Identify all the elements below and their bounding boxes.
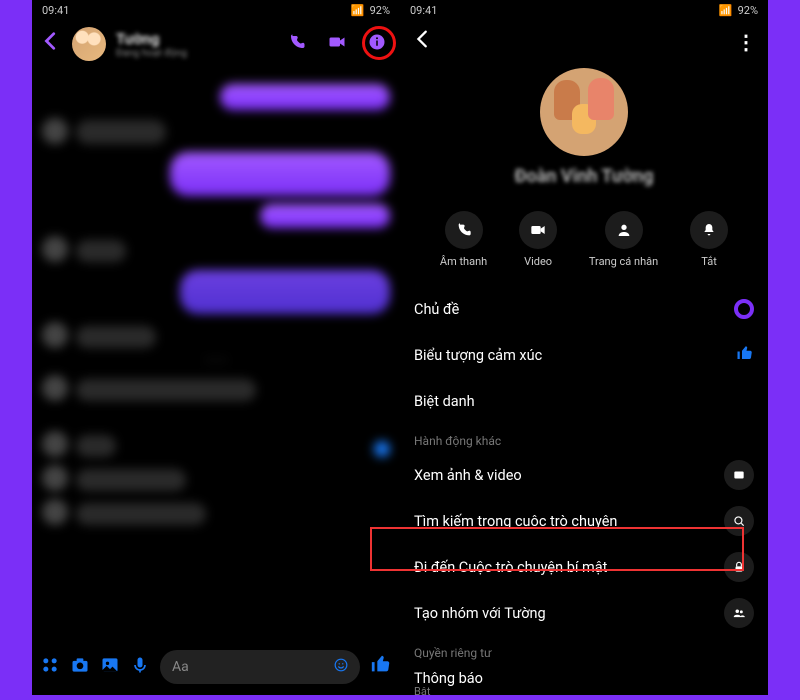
message-out[interactable] bbox=[220, 84, 390, 110]
media-icon bbox=[724, 460, 754, 490]
settings-header: ⋮ bbox=[400, 20, 768, 64]
profile-name: Đoàn Vinh Tường bbox=[515, 166, 654, 187]
contact-avatar[interactable] bbox=[72, 27, 106, 61]
battery-label: 92% bbox=[738, 4, 758, 17]
mute-action[interactable]: Tắt bbox=[690, 211, 728, 268]
back-button[interactable] bbox=[40, 30, 62, 58]
chat-messages[interactable]: ——— bbox=[32, 68, 400, 628]
contact-status: Đang hoạt động bbox=[116, 48, 272, 59]
sender-avatar bbox=[42, 499, 68, 525]
video-call-action[interactable]: Video bbox=[519, 211, 557, 268]
thumbs-up-icon bbox=[736, 344, 754, 367]
message-in[interactable] bbox=[76, 469, 186, 491]
section-more-actions: Hành động khác bbox=[414, 424, 754, 452]
notifications-item[interactable]: Thông báo Bật bbox=[414, 664, 754, 695]
action-label: Video bbox=[524, 255, 552, 268]
search-item[interactable]: Tìm kiếm trong cuộc trò chuyện bbox=[414, 498, 754, 544]
camera-icon[interactable] bbox=[70, 655, 90, 680]
item-label: Chủ đề bbox=[414, 301, 459, 318]
wifi-icon: 📶 bbox=[351, 4, 365, 17]
video-icon bbox=[519, 211, 557, 249]
person-icon bbox=[605, 211, 643, 249]
status-time: 09:41 bbox=[42, 4, 69, 17]
item-label: Tạo nhóm với Tường bbox=[414, 605, 546, 622]
statusbar: 09:41 📶 92% bbox=[400, 0, 768, 20]
sender-avatar bbox=[42, 322, 68, 348]
sender-avatar bbox=[42, 375, 68, 401]
action-label: Âm thanh bbox=[440, 255, 487, 268]
video-call-button[interactable] bbox=[322, 27, 352, 62]
input-placeholder: Aa bbox=[172, 659, 189, 675]
timestamp-divider: ——— bbox=[42, 356, 390, 367]
seen-indicator bbox=[374, 441, 390, 457]
apps-icon[interactable] bbox=[40, 655, 60, 680]
lock-icon bbox=[724, 552, 754, 582]
create-group-item[interactable]: Tạo nhóm với Tường bbox=[414, 590, 754, 636]
mic-icon[interactable] bbox=[130, 655, 150, 680]
message-in[interactable] bbox=[76, 120, 166, 144]
settings-list: Chủ đề Biểu tượng cảm xúc Biệt danh Hành… bbox=[400, 286, 768, 695]
media-item[interactable]: Xem ảnh & video bbox=[414, 452, 754, 498]
gallery-icon[interactable] bbox=[100, 655, 120, 680]
nickname-item[interactable]: Biệt danh bbox=[414, 378, 754, 424]
message-out[interactable] bbox=[180, 270, 390, 314]
like-button[interactable] bbox=[370, 653, 392, 681]
message-in[interactable] bbox=[76, 435, 116, 457]
profile-section: Đoàn Vinh Tường bbox=[400, 64, 768, 201]
action-label: Tắt bbox=[701, 255, 717, 268]
profile-action[interactable]: Trang cá nhân bbox=[589, 211, 658, 268]
chat-screen: 09:41 📶 92% Tường Đang hoạt động bbox=[32, 0, 400, 695]
phone-icon bbox=[445, 211, 483, 249]
item-sublabel: Bật bbox=[414, 685, 430, 695]
battery-label: 92% bbox=[370, 4, 390, 17]
theme-item[interactable]: Chủ đề bbox=[414, 286, 754, 332]
emoji-icon[interactable] bbox=[334, 658, 348, 676]
item-label: Xem ảnh & video bbox=[414, 467, 522, 484]
sender-avatar bbox=[42, 431, 68, 457]
message-composer: Aa bbox=[32, 645, 400, 689]
wifi-icon: 📶 bbox=[719, 4, 733, 17]
message-out[interactable] bbox=[260, 204, 390, 228]
message-input[interactable]: Aa bbox=[160, 650, 360, 684]
audio-call-action[interactable]: Âm thanh bbox=[440, 211, 487, 268]
contact-name: Tường bbox=[116, 30, 272, 48]
chat-header: Tường Đang hoạt động bbox=[32, 20, 400, 68]
message-in[interactable] bbox=[76, 240, 126, 262]
back-button[interactable] bbox=[412, 28, 434, 56]
item-label: Biệt danh bbox=[414, 393, 475, 410]
item-label: Đi đến Cuộc trò chuyện bí mật bbox=[414, 559, 607, 576]
message-in[interactable] bbox=[76, 379, 256, 401]
action-label: Trang cá nhân bbox=[589, 255, 658, 268]
voice-call-button[interactable] bbox=[282, 27, 312, 62]
message-in[interactable] bbox=[76, 326, 156, 348]
conversation-settings-screen: 09:41 📶 92% ⋮ Đoàn Vinh Tường Âm bbox=[400, 0, 768, 695]
status-time: 09:41 bbox=[410, 4, 437, 17]
item-label: Biểu tượng cảm xúc bbox=[414, 347, 542, 364]
emoji-item[interactable]: Biểu tượng cảm xúc bbox=[414, 332, 754, 378]
bell-icon bbox=[690, 211, 728, 249]
profile-avatar[interactable] bbox=[540, 68, 628, 156]
item-label: Tìm kiếm trong cuộc trò chuyện bbox=[414, 513, 617, 530]
search-icon bbox=[724, 506, 754, 536]
more-button[interactable]: ⋮ bbox=[736, 30, 756, 54]
section-privacy: Quyền riêng tư bbox=[414, 636, 754, 664]
sender-avatar bbox=[42, 118, 68, 144]
quick-actions: Âm thanh Video Trang cá nhân Tắt bbox=[400, 201, 768, 286]
theme-color-icon bbox=[734, 299, 754, 319]
secret-conversation-item[interactable]: Đi đến Cuộc trò chuyện bí mật bbox=[414, 544, 754, 590]
statusbar: 09:41 📶 92% bbox=[32, 0, 400, 20]
info-button[interactable] bbox=[362, 27, 392, 62]
group-icon bbox=[724, 598, 754, 628]
message-out[interactable] bbox=[170, 152, 390, 196]
sender-avatar bbox=[42, 236, 68, 262]
message-in[interactable] bbox=[76, 503, 206, 525]
sender-avatar bbox=[42, 465, 68, 491]
